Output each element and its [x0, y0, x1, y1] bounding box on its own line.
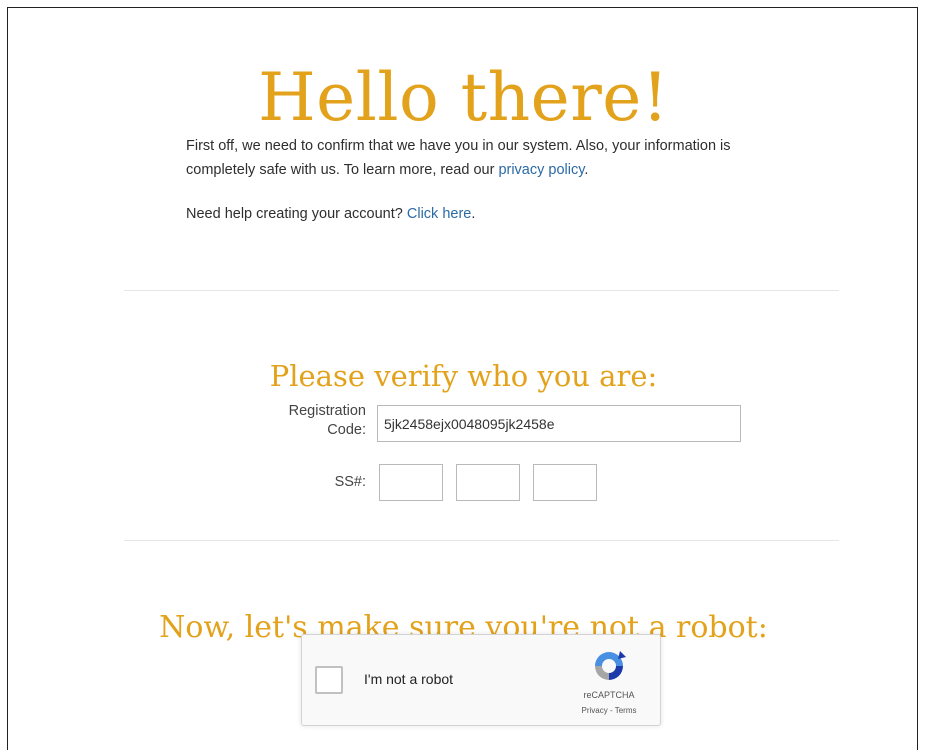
page-title: Hello there!	[258, 59, 669, 137]
intro-text: First off, we need to confirm that we ha…	[186, 138, 731, 178]
registration-code-label: Registration Code:	[288, 403, 366, 438]
help-link[interactable]: Click here	[407, 206, 471, 222]
intro-end: .	[584, 162, 589, 178]
recaptcha-widget: I'm not a robot reCAPTCHA Privacy - Term…	[301, 634, 661, 726]
recaptcha-checkbox[interactable]	[315, 666, 343, 694]
divider	[124, 540, 839, 541]
verify-title: Please verify who you are:	[269, 359, 658, 394]
help-end: .	[471, 206, 476, 222]
ss-label: SS#:	[334, 474, 366, 490]
privacy-policy-link[interactable]: privacy policy	[498, 162, 584, 178]
recaptcha-label: I'm not a robot	[364, 671, 454, 687]
intro-paragraph: First off, we need to confirm that we ha…	[186, 134, 746, 182]
divider	[124, 290, 839, 291]
intro-section: First off, we need to confirm that we ha…	[186, 134, 746, 226]
ss-input-part1[interactable]	[379, 464, 443, 501]
help-paragraph: Need help creating your account? Click h…	[186, 202, 746, 226]
registration-code-input[interactable]	[377, 405, 741, 442]
ss-input-part2[interactable]	[456, 464, 520, 501]
help-text: Need help creating your account?	[186, 206, 407, 222]
recaptcha-terms-link[interactable]: Privacy - Terms	[564, 706, 654, 715]
ss-input-part3[interactable]	[533, 464, 597, 501]
recaptcha-logo-icon	[595, 651, 626, 680]
recaptcha-brand: reCAPTCHA	[583, 690, 635, 700]
